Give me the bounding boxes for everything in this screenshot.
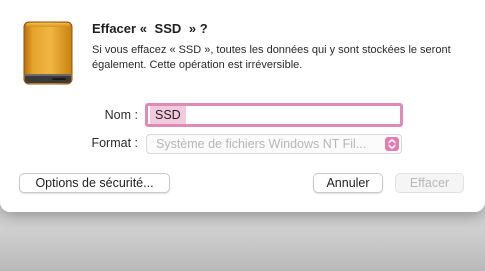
cancel-button[interactable]: Annuler bbox=[313, 173, 383, 193]
format-label: Format : bbox=[91, 136, 138, 150]
dialog-message: Si vous effacez «SSD», toutes les donnée… bbox=[92, 43, 462, 73]
title-disk-name: SSD bbox=[154, 21, 182, 36]
security-options-button[interactable]: Options de sécurité... bbox=[19, 173, 170, 193]
name-field[interactable]: SSD bbox=[145, 103, 403, 127]
updown-chevron-icon bbox=[385, 137, 399, 151]
name-field-value: SSD bbox=[150, 106, 186, 124]
erase-button[interactable]: Effacer bbox=[395, 173, 464, 193]
message-part1: Si vous effacez « bbox=[92, 44, 176, 56]
format-select[interactable]: Système de fichiers Windows NT Fil... bbox=[146, 134, 402, 154]
erase-dialog: Effacer « SSD » ? Si vous effacez «SSD»,… bbox=[0, 0, 485, 212]
name-label: Nom : bbox=[104, 108, 138, 122]
dialog-title: Effacer « SSD » ? bbox=[92, 21, 208, 36]
format-select-value: Système de fichiers Windows NT Fil... bbox=[156, 137, 367, 151]
message-disk-name: SSD bbox=[178, 44, 202, 56]
title-suffix: » ? bbox=[188, 21, 208, 36]
title-prefix: Effacer « bbox=[92, 21, 147, 36]
external-drive-icon bbox=[23, 21, 73, 85]
